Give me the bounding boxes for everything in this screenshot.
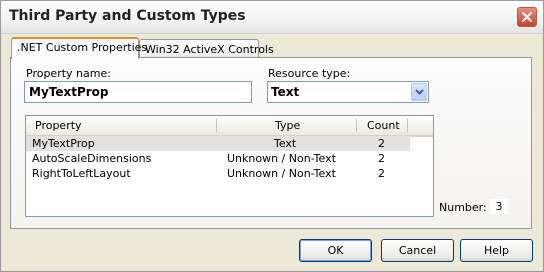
property-name-input[interactable] — [24, 81, 252, 103]
column-header-type[interactable]: Type — [275, 119, 300, 132]
property-name-label: Property name: — [26, 67, 111, 80]
chevron-down-icon — [414, 89, 424, 95]
help-button[interactable]: Help — [460, 239, 533, 262]
cancel-button[interactable]: Cancel — [381, 239, 454, 262]
cell-type: Text — [274, 137, 297, 150]
column-separator[interactable] — [356, 119, 357, 132]
window-title: Third Party and Custom Types — [9, 8, 246, 24]
dropdown-button[interactable] — [411, 83, 427, 101]
column-header-count[interactable]: Count — [367, 119, 400, 132]
close-button[interactable] — [517, 7, 537, 27]
list-row[interactable]: AutoScaleDimensions Unknown / Non-Text 2 — [26, 151, 410, 166]
number-value: 3 — [490, 199, 508, 214]
column-separator[interactable] — [407, 119, 408, 132]
resource-type-label: Resource type: — [268, 67, 351, 80]
cell-count: 2 — [378, 167, 385, 180]
cell-count: 2 — [378, 152, 385, 165]
number-label: Number: — [439, 201, 487, 214]
list-row[interactable]: RightToLeftLayout Unknown / Non-Text 2 — [26, 166, 410, 181]
column-header-property[interactable]: Property — [35, 119, 82, 132]
close-icon — [522, 12, 532, 22]
cell-property: AutoScaleDimensions — [32, 152, 152, 165]
cell-property: MyTextProp — [32, 137, 95, 150]
title-bar: Third Party and Custom Types — [1, 1, 543, 34]
resource-type-value: Text — [271, 85, 300, 99]
tab-net-custom-properties[interactable]: .NET Custom Properties — [11, 37, 147, 59]
cell-property: RightToLeftLayout — [32, 167, 131, 180]
list-header: Property Type Count — [26, 116, 433, 137]
cell-type: Unknown / Non-Text — [227, 167, 336, 180]
tab-win32-activex-controls[interactable]: Win32 ActiveX Controls — [139, 39, 274, 57]
list-row[interactable]: MyTextProp Text 2 — [26, 136, 410, 151]
resource-type-dropdown[interactable]: Text — [267, 81, 429, 103]
cell-type: Unknown / Non-Text — [227, 152, 336, 165]
column-separator[interactable] — [216, 119, 217, 132]
properties-list[interactable]: Property Type Count MyTextProp Text 2 Au… — [25, 115, 434, 217]
cell-count: 2 — [378, 137, 385, 150]
ok-button[interactable]: OK — [299, 239, 372, 262]
